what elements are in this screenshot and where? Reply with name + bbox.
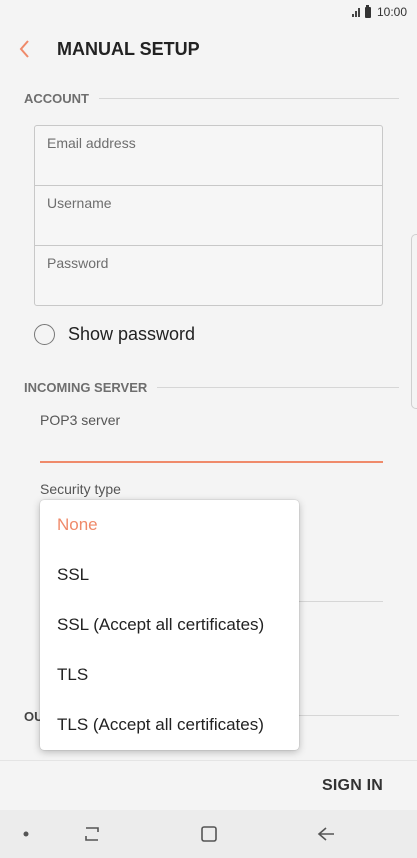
show-password-label: Show password	[68, 324, 196, 344]
incoming-server-section-header: INCOMING SERVER	[24, 380, 399, 395]
back-button[interactable]	[0, 24, 50, 74]
security-option-ssl[interactable]: SSL	[40, 550, 299, 600]
app-bar: MANUAL SETUP	[0, 24, 417, 74]
security-option-ssl-accept-all[interactable]: SSL (Accept all certificates)	[40, 600, 299, 650]
dot-icon[interactable]	[14, 822, 38, 846]
section-divider	[99, 98, 399, 99]
status-bar: 10:00	[0, 0, 417, 24]
username-field[interactable]: Username	[35, 186, 382, 246]
manual-setup-form[interactable]: ACCOUNT Email address Username Password …	[0, 74, 417, 760]
signal-icon	[351, 7, 360, 17]
status-time: 10:00	[376, 5, 407, 19]
chevron-left-icon	[19, 40, 29, 58]
section-divider	[299, 715, 399, 716]
account-fields-group: Email address Username Password	[34, 125, 383, 306]
security-option-none[interactable]: None	[40, 500, 299, 550]
bottom-action-bar: SIGN IN	[0, 760, 417, 810]
battery-icon	[364, 4, 371, 18]
show-password-option[interactable]: Show password	[34, 324, 195, 345]
sign-in-button[interactable]: SIGN IN	[322, 777, 383, 795]
security-option-tls[interactable]: TLS	[40, 650, 299, 700]
incoming-server-section-title: INCOMING SERVER	[24, 380, 148, 395]
scroll-handle[interactable]	[411, 234, 417, 409]
security-option-tls-accept-all[interactable]: TLS (Accept all certificates)	[40, 700, 299, 750]
password-placeholder: Password	[47, 255, 109, 271]
recent-apps-icon[interactable]	[80, 822, 104, 846]
section-divider	[157, 387, 399, 388]
account-section-header: ACCOUNT	[24, 91, 399, 106]
account-section-title: ACCOUNT	[24, 91, 89, 106]
back-arrow-icon[interactable]	[314, 822, 338, 846]
security-type-dropdown[interactable]: None SSL SSL (Accept all certificates) T…	[40, 500, 299, 750]
email-placeholder: Email address	[47, 135, 136, 151]
pop3-server-label: POP3 server	[40, 412, 121, 428]
field-divider	[299, 601, 383, 602]
navigation-bar	[0, 810, 417, 858]
username-placeholder: Username	[47, 195, 112, 211]
pop3-server-input[interactable]	[40, 461, 383, 463]
email-field[interactable]: Email address	[35, 126, 382, 186]
security-type-label: Security type	[40, 481, 121, 497]
home-icon[interactable]	[197, 822, 221, 846]
password-field[interactable]: Password	[35, 246, 382, 306]
page-title: MANUAL SETUP	[57, 38, 200, 59]
show-password-radio[interactable]	[34, 324, 55, 345]
